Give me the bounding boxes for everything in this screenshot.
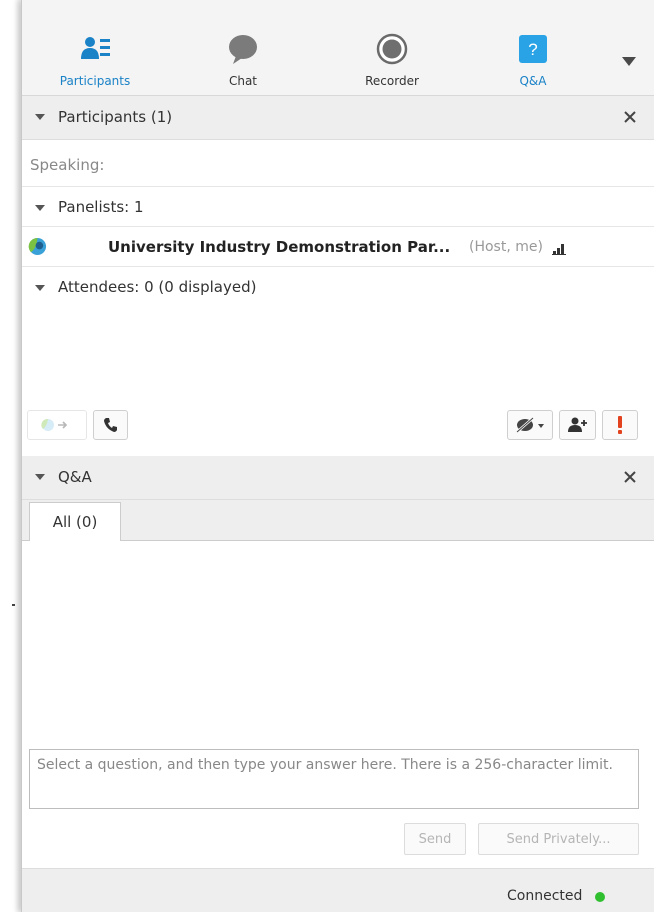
chat-tab-button[interactable]: Chat bbox=[183, 0, 303, 96]
audio-connect-icon bbox=[41, 418, 68, 431]
webex-status-icon bbox=[28, 237, 47, 256]
send-button[interactable]: Send bbox=[404, 823, 466, 855]
collapse-caret-icon[interactable] bbox=[35, 112, 45, 122]
participants-section-title: Participants (1) bbox=[58, 108, 173, 126]
chat-privilege-button[interactable] bbox=[507, 410, 553, 440]
send-privately-button[interactable]: Send Privately... bbox=[478, 823, 639, 855]
status-bar: Connected bbox=[22, 868, 654, 912]
join-audio-button[interactable] bbox=[27, 410, 87, 440]
phone-icon bbox=[103, 418, 117, 432]
add-user-icon bbox=[567, 417, 587, 432]
participant-name: University Industry Demonstration Par... bbox=[108, 238, 451, 256]
chat-bubble-icon bbox=[229, 35, 257, 64]
panel-toolbar: Participants Chat Recorder ? Q&A bbox=[22, 0, 654, 96]
answer-input[interactable] bbox=[29, 749, 639, 809]
record-icon bbox=[376, 33, 408, 65]
connection-status: Connected bbox=[507, 888, 583, 904]
qa-tab-button[interactable]: ? Q&A bbox=[473, 0, 593, 96]
window-edge-mark bbox=[12, 604, 15, 606]
qa-section-title: Q&A bbox=[58, 468, 92, 486]
close-icon[interactable] bbox=[622, 109, 638, 125]
qa-icon-glyph: ? bbox=[528, 40, 537, 59]
qa-tab-label: Q&A bbox=[519, 74, 547, 88]
recorder-tab-button[interactable]: Recorder bbox=[332, 0, 452, 96]
side-panel: Participants Chat Recorder ? Q&A Partici… bbox=[21, 0, 654, 912]
collapse-caret-icon[interactable] bbox=[35, 283, 45, 293]
collapse-caret-icon[interactable] bbox=[35, 472, 45, 482]
connection-status-dot bbox=[595, 892, 605, 902]
close-icon[interactable] bbox=[622, 469, 638, 485]
question-icon: ? bbox=[519, 35, 547, 63]
participants-tab-label: Participants bbox=[59, 74, 131, 88]
attendees-group-row[interactable]: Attendees: 0 (0 displayed) bbox=[22, 267, 654, 307]
expel-alert-button[interactable] bbox=[602, 410, 638, 440]
speaking-label: Speaking: bbox=[30, 156, 105, 174]
participants-section-header[interactable]: Participants (1) bbox=[22, 96, 654, 140]
call-button[interactable] bbox=[93, 410, 128, 440]
chat-off-icon bbox=[516, 417, 544, 433]
participant-row[interactable]: University Industry Demonstration Par...… bbox=[22, 227, 654, 267]
collapse-caret-icon[interactable] bbox=[35, 203, 45, 213]
panelists-label: Panelists: 1 bbox=[58, 198, 144, 216]
exclamation-icon bbox=[618, 416, 622, 434]
qa-question-list bbox=[22, 541, 654, 739]
chat-tab-label: Chat bbox=[228, 74, 258, 88]
recorder-tab-label: Recorder bbox=[365, 74, 419, 88]
participants-icon bbox=[81, 37, 110, 59]
tab-all[interactable]: All (0) bbox=[29, 502, 121, 542]
attendees-label: Attendees: 0 (0 displayed) bbox=[58, 278, 257, 296]
speaking-row: Speaking: bbox=[22, 141, 654, 187]
panelists-group-row[interactable]: Panelists: 1 bbox=[22, 187, 654, 227]
triangle-down-icon[interactable] bbox=[620, 54, 638, 68]
participant-role: (Host, me) bbox=[469, 239, 543, 255]
qa-section-header[interactable]: Q&A bbox=[22, 456, 654, 500]
signal-bars-icon bbox=[552, 244, 566, 255]
qa-tabs-bar: All (0) bbox=[22, 500, 654, 542]
invite-participant-button[interactable] bbox=[559, 410, 596, 440]
participants-tab-button[interactable]: Participants bbox=[35, 0, 155, 96]
